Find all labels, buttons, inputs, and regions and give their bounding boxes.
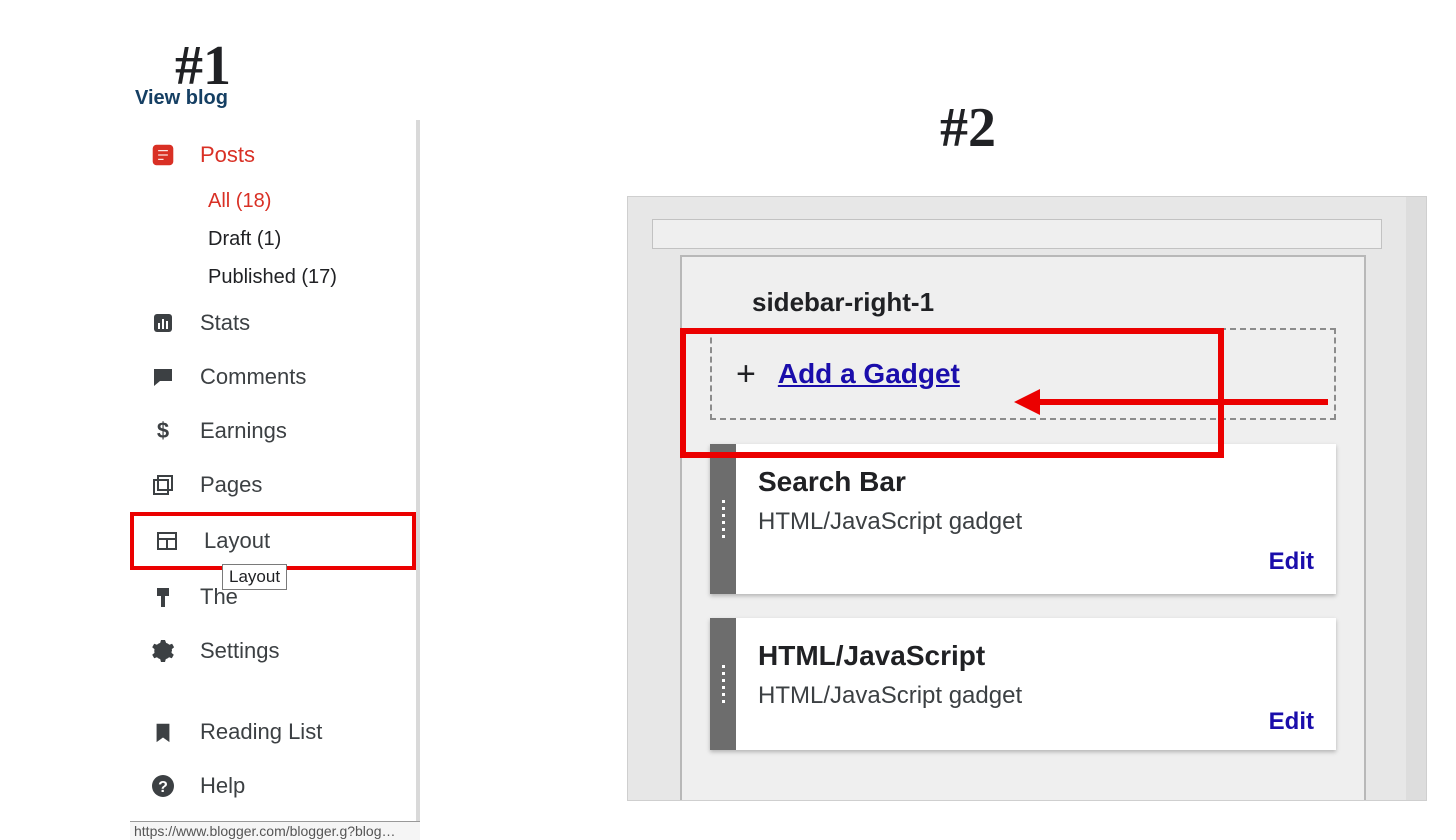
theme-icon (148, 582, 178, 612)
comments-icon (148, 362, 178, 392)
annotation-arrow-line (1028, 399, 1328, 405)
nav-layout-label: Layout (204, 528, 270, 554)
gadget-card[interactable]: HTML/JavaScript HTML/JavaScript gadget E… (710, 618, 1336, 750)
annotation-arrow-head (1014, 389, 1040, 415)
view-blog-link[interactable]: View blog (135, 87, 420, 110)
nav-comments-label: Comments (200, 364, 306, 390)
layout-icon (152, 526, 182, 556)
section-title: sidebar-right-1 (752, 287, 1336, 318)
posts-sub-items: All (18) Draft (1) Published (17) (208, 182, 416, 296)
nav-item-help[interactable]: ? Help (130, 759, 416, 813)
nav-item-layout[interactable]: Layout (130, 512, 416, 570)
sidebar-right-1-section: sidebar-right-1 + Add a Gadget Search Ba… (680, 255, 1366, 801)
gadget-body: Search Bar HTML/JavaScript gadget Edit (736, 444, 1336, 594)
gadget-subtitle: HTML/JavaScript gadget (758, 508, 1314, 536)
add-gadget-link[interactable]: Add a Gadget (778, 358, 960, 390)
sidebar-nav: Posts All (18) Draft (1) Published (17) … (130, 120, 420, 840)
posts-draft[interactable]: Draft (1) (208, 220, 416, 258)
pages-icon (148, 470, 178, 500)
nav-item-comments[interactable]: Comments (130, 350, 416, 404)
drag-handle-icon[interactable] (710, 444, 736, 594)
nav-item-earnings[interactable]: $ Earnings (130, 404, 416, 458)
nav-stats-label: Stats (200, 310, 250, 336)
nav-item-pages[interactable]: Pages (130, 458, 416, 512)
nav-help-label: Help (200, 773, 245, 799)
svg-text:?: ? (158, 779, 168, 796)
nav-divider (130, 696, 416, 697)
nav-item-reading-list[interactable]: Reading List (130, 705, 416, 759)
gadget-edit-link[interactable]: Edit (1269, 548, 1314, 576)
layout-strip-above (652, 219, 1382, 249)
reading-list-icon (148, 717, 178, 747)
blogger-sidebar-panel: View blog Posts All (18) Draft (1) Publi… (120, 32, 420, 840)
nav-item-posts[interactable]: Posts (130, 128, 416, 182)
nav-item-stats[interactable]: Stats (130, 296, 416, 350)
svg-text:$: $ (157, 419, 169, 443)
posts-icon (148, 140, 178, 170)
plus-icon: + (736, 355, 756, 394)
gadget-title: Search Bar (758, 466, 1314, 498)
status-bar-url: https://www.blogger.com/blogger.g?blog… (130, 821, 420, 840)
help-icon: ? (148, 771, 178, 801)
gadget-title: HTML/JavaScript (758, 640, 1314, 672)
step-2-label: #2 (940, 100, 996, 156)
posts-all[interactable]: All (18) (208, 182, 416, 220)
nav-earnings-label: Earnings (200, 418, 287, 444)
nav-pages-label: Pages (200, 472, 262, 498)
nav-posts-label: Posts (200, 142, 255, 168)
settings-icon (148, 636, 178, 666)
gadget-body: HTML/JavaScript HTML/JavaScript gadget E… (736, 618, 1336, 750)
stats-icon (148, 308, 178, 338)
posts-published[interactable]: Published (17) (208, 258, 416, 296)
gadget-card[interactable]: Search Bar HTML/JavaScript gadget Edit (710, 444, 1336, 594)
drag-handle-icon[interactable] (710, 618, 736, 750)
vertical-scrollbar[interactable] (1406, 197, 1426, 800)
gadget-subtitle: HTML/JavaScript gadget (758, 682, 1314, 710)
nav-settings-label: Settings (200, 638, 280, 664)
layout-tooltip: Layout (222, 564, 287, 590)
gadget-edit-link[interactable]: Edit (1269, 708, 1314, 736)
nav-item-settings[interactable]: Settings (130, 624, 416, 678)
layout-editor-panel: sidebar-right-1 + Add a Gadget Search Ba… (627, 196, 1427, 801)
nav-reading-list-label: Reading List (200, 719, 322, 745)
earnings-icon: $ (148, 416, 178, 446)
